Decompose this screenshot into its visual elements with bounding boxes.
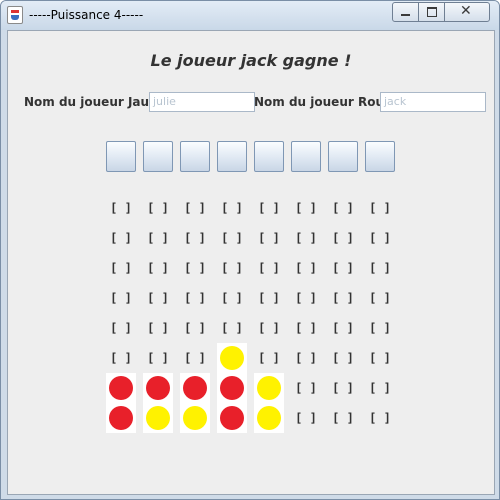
board-cell-empty: [ ] (369, 321, 391, 335)
board-cell-empty: [ ] (332, 411, 354, 425)
red-player-name-field[interactable]: jack (380, 92, 486, 112)
yellow-disc (146, 406, 170, 430)
board-cell-red (217, 403, 247, 433)
board-cell-empty: [ ] (295, 411, 317, 425)
board-cell-empty: [ ] (369, 351, 391, 365)
close-icon: ✕ (460, 3, 472, 19)
yellow-player-name-field[interactable]: julie (149, 92, 255, 112)
column-drop-button[interactable] (217, 141, 247, 172)
board-cell-empty: [ ] (221, 231, 243, 245)
board-cell-empty: [ ] (110, 291, 132, 305)
board-cell-empty: [ ] (295, 291, 317, 305)
column-drop-button[interactable] (254, 141, 284, 172)
yellow-disc (183, 406, 207, 430)
board-cell-empty: [ ] (147, 321, 169, 335)
game-status-message: Le joueur jack gagne ! (150, 51, 352, 70)
board-cell-empty: [ ] (110, 351, 132, 365)
board-cell-red (143, 373, 173, 403)
board-cell-empty: [ ] (221, 291, 243, 305)
red-disc (220, 376, 244, 400)
red-disc (146, 376, 170, 400)
maximize-button[interactable] (418, 2, 446, 22)
board-cell-yellow (254, 373, 284, 403)
board-cell-empty: [ ] (221, 201, 243, 215)
board-cell-empty: [ ] (258, 291, 280, 305)
board-cell-yellow (254, 403, 284, 433)
board-cell-empty: [ ] (110, 201, 132, 215)
board-cell-empty: [ ] (258, 321, 280, 335)
red-player-label: Nom du joueur Rouge (254, 95, 401, 109)
board-cell-empty: [ ] (147, 201, 169, 215)
board-cell-empty: [ ] (221, 321, 243, 335)
yellow-disc (257, 406, 281, 430)
board-cell-red (106, 403, 136, 433)
red-disc (109, 406, 133, 430)
column-drop-button[interactable] (365, 141, 395, 172)
board-cell-empty: [ ] (184, 201, 206, 215)
board-cell-empty: [ ] (295, 321, 317, 335)
board-cell-empty: [ ] (332, 381, 354, 395)
column-drop-button[interactable] (106, 141, 136, 172)
board-cell-empty: [ ] (369, 261, 391, 275)
board-cell-empty: [ ] (184, 231, 206, 245)
minimize-button[interactable] (392, 2, 420, 22)
board-cell-empty: [ ] (369, 201, 391, 215)
board-cell-empty: [ ] (110, 231, 132, 245)
board-cell-empty: [ ] (295, 351, 317, 365)
column-drop-button[interactable] (180, 141, 210, 172)
board-cell-empty: [ ] (332, 261, 354, 275)
column-drop-button[interactable] (328, 141, 358, 172)
window-title: -----Puissance 4----- (29, 8, 144, 22)
yellow-disc (220, 346, 244, 370)
board-cell-red (180, 373, 210, 403)
java-app-icon (7, 6, 23, 24)
red-disc (109, 376, 133, 400)
board-cell-empty: [ ] (332, 231, 354, 245)
board-cell-empty: [ ] (258, 231, 280, 245)
board-cell-empty: [ ] (369, 411, 391, 425)
column-drop-button[interactable] (143, 141, 173, 172)
board-cell-empty: [ ] (332, 351, 354, 365)
game-window: -----Puissance 4----- ✕ Le joueur jack g… (0, 0, 500, 500)
board-cell-empty: [ ] (147, 231, 169, 245)
board-cell-empty: [ ] (258, 201, 280, 215)
board-cell-empty: [ ] (295, 261, 317, 275)
title-bar[interactable]: -----Puissance 4----- ✕ (1, 1, 499, 30)
game-panel: Le joueur jack gagne ! Nom du joueur Jau… (7, 30, 495, 495)
board-cell-empty: [ ] (110, 321, 132, 335)
board-cell-yellow (143, 403, 173, 433)
column-drop-button[interactable] (291, 141, 321, 172)
maximize-icon (427, 7, 437, 17)
board-cell-yellow (217, 343, 247, 373)
board-cell-empty: [ ] (295, 201, 317, 215)
board-cell-empty: [ ] (147, 291, 169, 305)
red-disc (220, 406, 244, 430)
board-cell-empty: [ ] (147, 351, 169, 365)
board-cell-empty: [ ] (332, 321, 354, 335)
minimize-icon (401, 14, 410, 16)
board-cell-empty: [ ] (295, 381, 317, 395)
board-cell-empty: [ ] (110, 261, 132, 275)
board-cell-empty: [ ] (369, 381, 391, 395)
board-cell-empty: [ ] (184, 291, 206, 305)
board-cell-empty: [ ] (369, 291, 391, 305)
board-cell-empty: [ ] (184, 321, 206, 335)
board-cell-empty: [ ] (147, 261, 169, 275)
yellow-player-label: Nom du joueur Jaune (24, 95, 166, 109)
board-cell-empty: [ ] (332, 291, 354, 305)
board-cell-empty: [ ] (184, 261, 206, 275)
close-button[interactable]: ✕ (444, 2, 490, 22)
yellow-disc (257, 376, 281, 400)
board-cell-empty: [ ] (258, 261, 280, 275)
board-cell-red (217, 373, 247, 403)
red-disc (183, 376, 207, 400)
board-cell-empty: [ ] (295, 231, 317, 245)
board-cell-empty: [ ] (258, 351, 280, 365)
board-cell-yellow (180, 403, 210, 433)
board-cell-empty: [ ] (332, 201, 354, 215)
board-cell-empty: [ ] (221, 261, 243, 275)
board-cell-red (106, 373, 136, 403)
board-cell-empty: [ ] (369, 231, 391, 245)
board-cell-empty: [ ] (184, 351, 206, 365)
